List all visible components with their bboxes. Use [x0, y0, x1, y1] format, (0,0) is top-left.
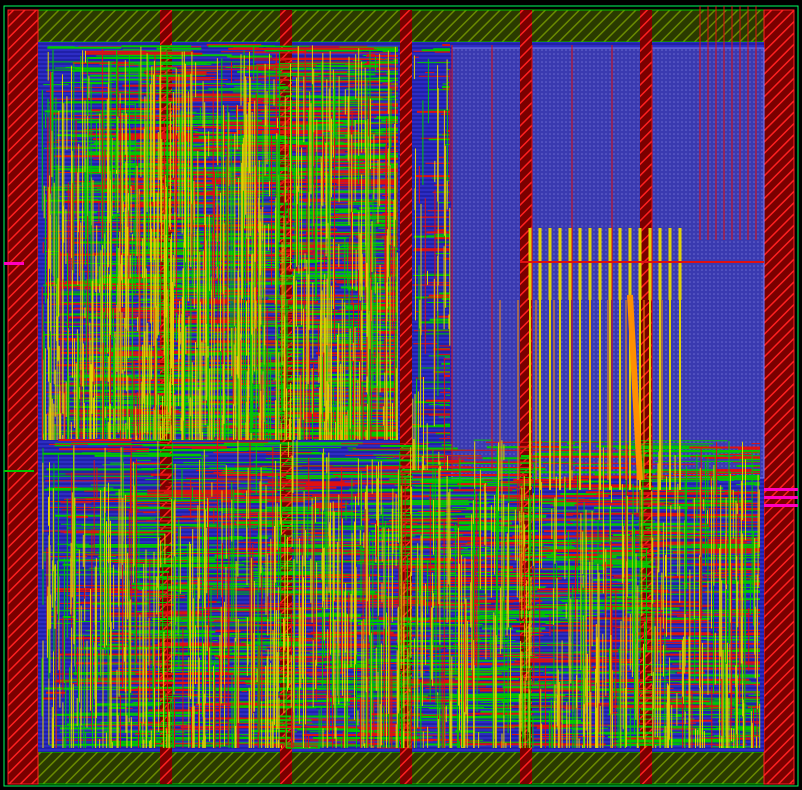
- chip-layout-canvas[interactable]: [0, 0, 802, 790]
